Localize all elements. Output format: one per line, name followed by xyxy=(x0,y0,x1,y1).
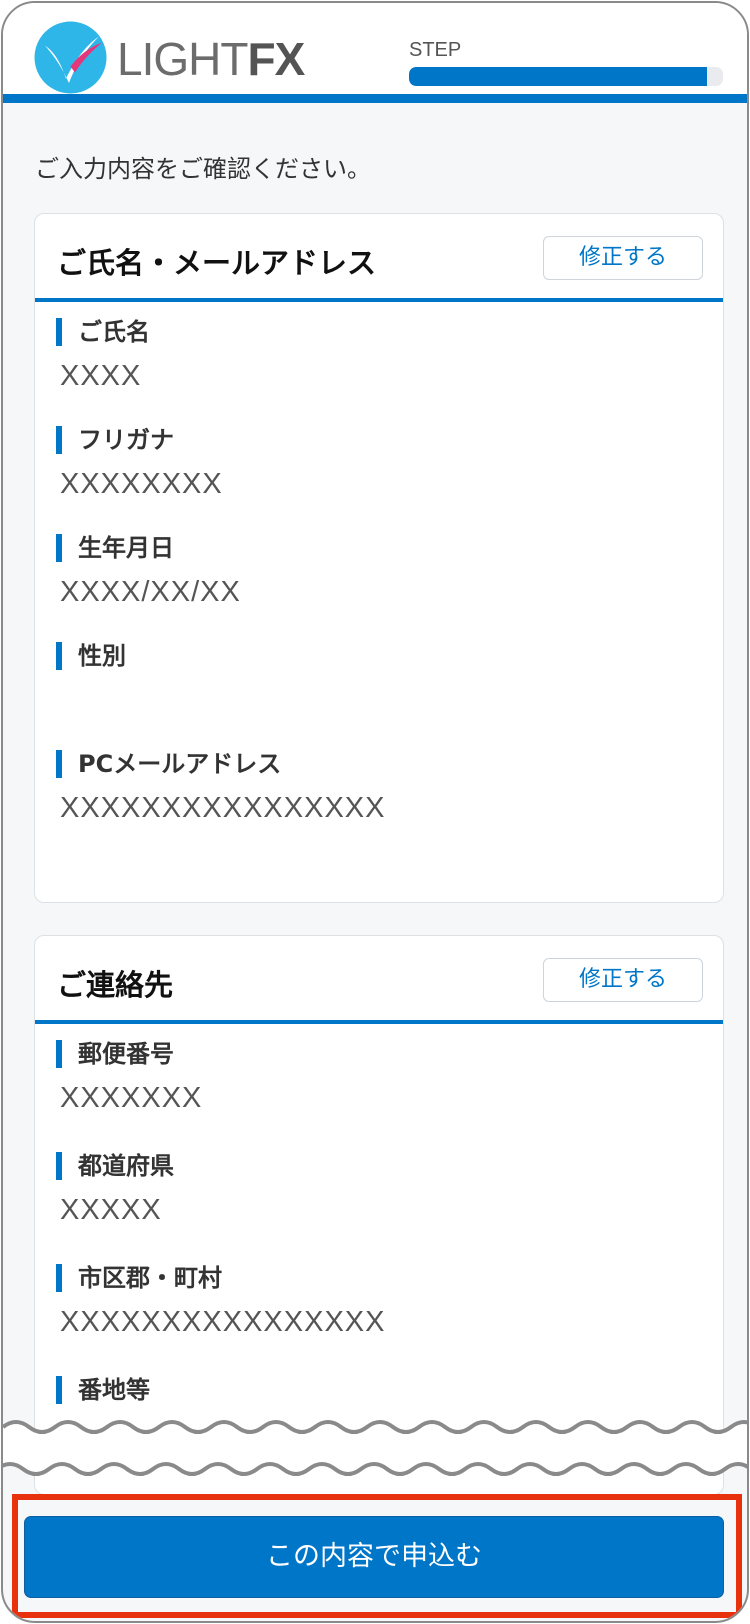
field-city: 市区郡・町村 XXXXXXXXXXXXXXXX xyxy=(56,1264,703,1364)
field-postal-code: 郵便番号 XXXXXXX xyxy=(56,1040,703,1140)
field-value: XXXX xyxy=(60,360,142,392)
field-value: XXXXXXXXXXXXXXXX xyxy=(60,792,386,824)
field-pc-email: PCメールアドレス XXXXXXXXXXXXXXXX xyxy=(56,750,703,850)
brand-fx: FX xyxy=(247,33,305,85)
step-label: STEP xyxy=(409,39,462,61)
field-value: XXXXX xyxy=(60,1194,162,1226)
edit-name-email-button[interactable]: 修正する xyxy=(543,236,703,280)
field-label: 都道府県 xyxy=(56,1152,174,1180)
brand-name: LIGHT xyxy=(117,33,248,85)
field-label: 市区郡・町村 xyxy=(56,1264,222,1292)
field-furigana: フリガナ XXXXXXXX xyxy=(56,426,703,526)
field-label: 性別 xyxy=(56,642,126,670)
phone-screen: LIGHTFX STEP ご入力内容をご確認ください。 ご氏名・メールアドレス … xyxy=(1,1,749,1623)
field-value: XXXXXXXX xyxy=(60,468,223,500)
intro-text: ご入力内容をご確認ください。 xyxy=(35,155,371,183)
field-label: 郵便番号 xyxy=(56,1040,174,1068)
field-value: XXXXXXX xyxy=(60,1082,203,1114)
submit-application-button[interactable]: この内容で申込む xyxy=(24,1516,724,1598)
field-label: 生年月日 xyxy=(56,534,174,562)
content-break-wave xyxy=(3,1420,747,1476)
edit-contact-button[interactable]: 修正する xyxy=(543,958,703,1002)
field-label: PCメールアドレス xyxy=(56,750,281,778)
field-gender: 性別 xyxy=(56,642,703,742)
field-prefecture: 都道府県 XXXXX xyxy=(56,1152,703,1252)
field-birthdate: 生年月日 XXXX/XX/XX xyxy=(56,534,703,634)
field-label: 番地等 xyxy=(56,1376,150,1404)
app-header: LIGHTFX STEP xyxy=(3,3,747,103)
section-header: ご連絡先 修正する xyxy=(35,936,723,1024)
field-label: ご氏名 xyxy=(56,318,150,346)
field-value: XXXXXXXXXXXXXXXX xyxy=(60,1306,386,1338)
section-title: ご氏名・メールアドレス xyxy=(57,246,377,280)
field-name: ご氏名 XXXX xyxy=(56,318,703,418)
step-progress-bar xyxy=(409,67,723,86)
section-card-name-email: ご氏名・メールアドレス 修正する ご氏名 XXXX フリガナ XXXXXXXX … xyxy=(34,213,724,903)
step-progress-fill xyxy=(409,67,708,86)
section-header: ご氏名・メールアドレス 修正する xyxy=(35,214,723,302)
brand-wordmark: LIGHTFX xyxy=(117,31,305,87)
section-title: ご連絡先 xyxy=(57,968,174,1002)
light-fx-logo-icon xyxy=(34,21,107,94)
field-value: XXXX/XX/XX xyxy=(60,576,241,608)
section-card-contact: ご連絡先 修正する 郵便番号 XXXXXXX 都道府県 XXXXX 市区郡・町村… xyxy=(34,935,724,1495)
field-label: フリガナ xyxy=(56,426,174,454)
